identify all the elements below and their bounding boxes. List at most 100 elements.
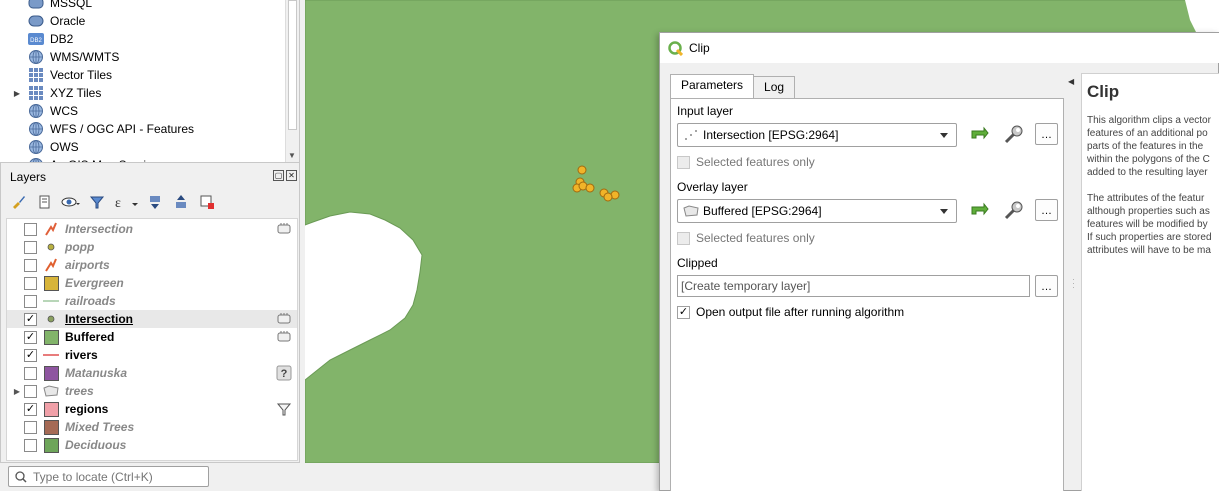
layers-tree[interactable]: Intersection popp airports Evergreen railroa… xyxy=(6,218,298,461)
splitter-handle[interactable]: · · · xyxy=(1072,275,1075,292)
layer-row[interactable]: railroads xyxy=(7,292,297,310)
browser-item[interactable]: ▶ XYZ Tiles xyxy=(0,84,284,102)
layer-visibility-checkbox[interactable]: ✓ xyxy=(24,330,37,344)
layer-row[interactable]: Evergreen xyxy=(7,274,297,292)
browser-item[interactable]: DB2 DB2 xyxy=(0,30,284,48)
help-line: added to the resulting layer xyxy=(1087,167,1208,178)
layer-symbol-icon xyxy=(43,419,59,435)
memory-layer-indicator-icon[interactable] xyxy=(276,329,292,345)
open-output-checkbox[interactable]: ✓ Open output file after running algorit… xyxy=(677,305,904,319)
layer-row[interactable]: Deciduous xyxy=(7,436,297,454)
help-line: although properties such as xyxy=(1087,206,1210,217)
layer-row[interactable]: ✓ rivers xyxy=(7,346,297,364)
layer-row[interactable]: airports xyxy=(7,256,297,274)
browser-item-label: OWS xyxy=(50,140,79,154)
checkbox-box[interactable] xyxy=(677,231,690,245)
browser-item-label: WFS / OGC API - Features xyxy=(50,122,195,136)
db2-icon: DB2 xyxy=(28,31,44,47)
iterate-icon[interactable] xyxy=(967,199,991,223)
add-group-icon[interactable] xyxy=(35,192,55,212)
layer-name: railroads xyxy=(65,294,116,308)
layer-row[interactable]: ✓ Intersection xyxy=(7,310,297,328)
style-manager-icon[interactable] xyxy=(9,192,29,212)
layer-row[interactable]: Matanuska? xyxy=(7,364,297,382)
layer-row[interactable]: ▶ trees xyxy=(7,382,297,400)
browser-item[interactable]: Vector Tiles xyxy=(0,66,284,84)
layer-visibility-checkbox[interactable] xyxy=(24,384,37,398)
expand-arrow-icon[interactable]: ▶ xyxy=(10,89,24,98)
layer-row[interactable]: Mixed Trees xyxy=(7,418,297,436)
help-title: Clip xyxy=(1087,82,1120,101)
unavailable-layer-indicator-icon[interactable]: ? xyxy=(276,365,292,381)
float-panel-icon[interactable]: ▢ xyxy=(273,170,284,181)
open-output-label: Open output file after running algorithm xyxy=(696,305,905,319)
locator-input[interactable] xyxy=(33,469,203,484)
oracle-icon xyxy=(28,13,44,29)
layer-symbol-icon xyxy=(43,221,59,237)
layer-name: trees xyxy=(65,384,94,398)
input-layer-browse-button[interactable]: … xyxy=(1035,123,1058,145)
clipped-output-field[interactable]: [Create temporary layer] xyxy=(677,275,1030,297)
memory-layer-indicator-icon[interactable] xyxy=(276,221,292,237)
layer-row[interactable]: popp xyxy=(7,238,297,256)
expand-all-icon[interactable] xyxy=(145,192,165,212)
tab-parameters[interactable]: Parameters xyxy=(670,74,755,98)
clipped-browse-button[interactable]: … xyxy=(1035,275,1058,297)
layers-toolbar: ε xyxy=(9,192,217,212)
locator-bar[interactable] xyxy=(8,466,209,487)
grid-icon xyxy=(28,67,44,83)
layer-visibility-checkbox[interactable] xyxy=(24,276,37,290)
remove-layer-icon[interactable] xyxy=(197,192,217,212)
advanced-options-icon[interactable] xyxy=(1001,123,1025,147)
input-layer-value: Intersection [EPSG:2964] xyxy=(703,128,839,142)
layer-visibility-checkbox[interactable] xyxy=(24,438,37,452)
checkbox-box[interactable] xyxy=(677,155,690,169)
layer-name: Mixed Trees xyxy=(65,420,135,434)
layer-row[interactable]: ✓ regions xyxy=(7,400,297,418)
expand-arrow-icon[interactable]: ▶ xyxy=(10,387,24,396)
browser-item-label: WCS xyxy=(50,104,78,118)
manage-visibility-icon[interactable] xyxy=(61,192,81,212)
layer-visibility-checkbox[interactable] xyxy=(24,366,37,380)
browser-item[interactable]: WFS / OGC API - Features xyxy=(0,120,284,138)
advanced-options-icon[interactable] xyxy=(1001,199,1025,223)
browser-item[interactable]: MSSQL xyxy=(0,0,284,12)
filter-legend-icon[interactable] xyxy=(87,192,107,212)
browser-item[interactable]: Oracle xyxy=(0,12,284,30)
overlay-layer-combo[interactable]: Buffered [EPSG:2964] xyxy=(677,199,957,223)
browser-item[interactable]: OWS xyxy=(0,138,284,156)
collapse-help-icon[interactable]: ◀ xyxy=(1068,77,1074,86)
input-layer-combo[interactable]: Intersection [EPSG:2964] xyxy=(677,123,957,147)
tab-log[interactable]: Log xyxy=(753,76,796,98)
dialog-titlebar: Clip xyxy=(660,33,1219,63)
collapse-all-icon[interactable] xyxy=(171,192,191,212)
iterate-icon[interactable] xyxy=(967,123,991,147)
browser-scrollbar-thumb[interactable] xyxy=(288,0,297,130)
browser-item-label: Oracle xyxy=(50,14,86,28)
filter-expression-icon[interactable]: ε xyxy=(113,192,139,212)
layer-visibility-checkbox[interactable]: ✓ xyxy=(24,348,37,362)
overlay-selected-only-checkbox[interactable]: Selected features only xyxy=(677,231,815,245)
layer-visibility-checkbox[interactable] xyxy=(24,222,37,236)
input-selected-only-checkbox[interactable]: Selected features only xyxy=(677,155,815,169)
layer-row[interactable]: ✓ Buffered xyxy=(7,328,297,346)
browser-item[interactable]: WCS xyxy=(0,102,284,120)
layer-visibility-checkbox[interactable]: ✓ xyxy=(24,402,37,416)
layer-visibility-checkbox[interactable] xyxy=(24,240,37,254)
help-line: If such properties are stored xyxy=(1087,232,1212,243)
layer-visibility-checkbox[interactable] xyxy=(24,294,37,308)
layer-row[interactable]: Intersection xyxy=(7,220,297,238)
memory-layer-indicator-icon[interactable] xyxy=(276,311,292,327)
layer-symbol-icon xyxy=(43,329,59,345)
browser-scrollbar[interactable]: ▼ xyxy=(285,0,299,162)
layer-visibility-checkbox[interactable]: ✓ xyxy=(24,312,37,326)
chevron-down-icon xyxy=(940,209,948,214)
layer-visibility-checkbox[interactable] xyxy=(24,258,37,272)
scroll-down-icon[interactable]: ▼ xyxy=(288,151,296,160)
checkbox-checked[interactable]: ✓ xyxy=(677,305,690,319)
layer-visibility-checkbox[interactable] xyxy=(24,420,37,434)
close-panel-icon[interactable]: ✕ xyxy=(286,170,297,181)
filter-indicator-icon[interactable] xyxy=(276,401,292,417)
overlay-layer-browse-button[interactable]: … xyxy=(1035,199,1058,221)
browser-item[interactable]: WMS/WMTS xyxy=(0,48,284,66)
